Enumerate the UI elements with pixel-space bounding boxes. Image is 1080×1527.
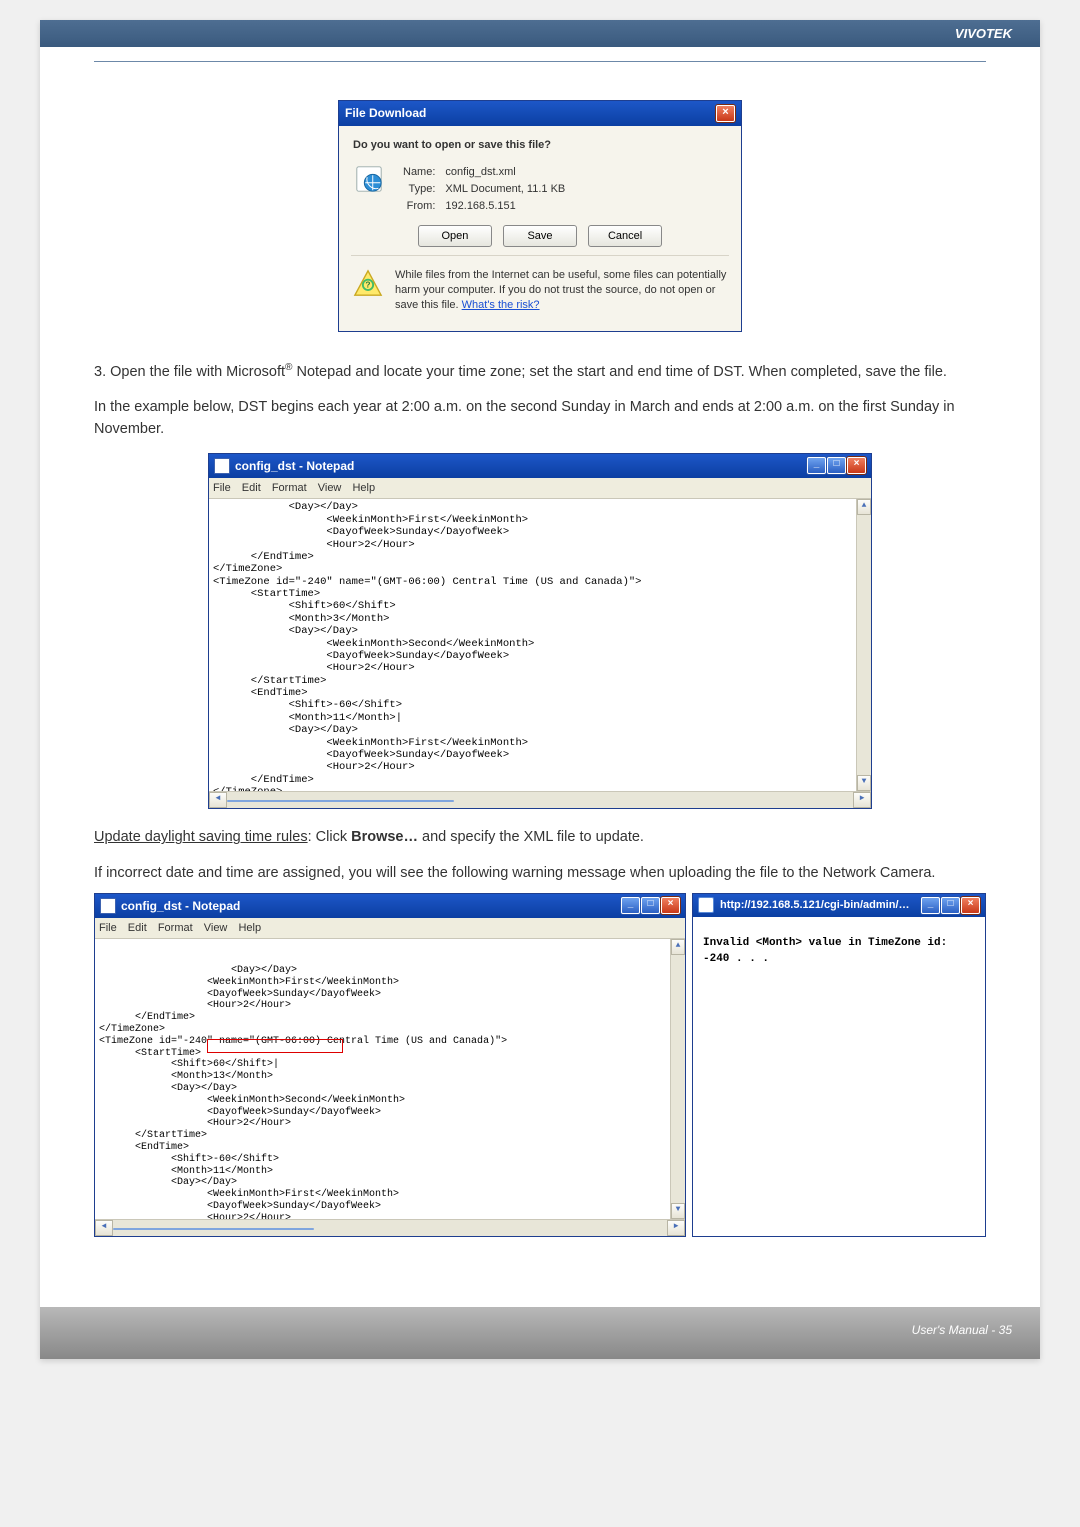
vertical-scrollbar[interactable]: ▲▼ <box>856 499 871 791</box>
cancel-button[interactable]: Cancel <box>588 225 662 247</box>
notepad-doc-icon <box>100 898 116 914</box>
menu-file[interactable]: File <box>99 922 117 934</box>
menu-help[interactable]: Help <box>238 922 261 934</box>
horizontal-scrollbar[interactable]: ◄ ► <box>209 791 871 808</box>
file-info-table: Name: config_dst.xml Type: XML Document,… <box>397 163 571 216</box>
menu-format[interactable]: Format <box>158 922 193 934</box>
file-download-dialog: File Download × Do you want to open or s… <box>338 100 742 332</box>
type-label: Type: <box>399 182 439 197</box>
notepad-title: config_dst - Notepad <box>235 457 354 475</box>
incorrect-paragraph: If incorrect date and time are assigned,… <box>94 863 986 885</box>
browse-label: Browse… <box>351 829 418 845</box>
notepad-text-area[interactable]: ▲▼ <Day></Day> <WeekinMonth>First</Weeki… <box>209 499 871 791</box>
scroll-right-icon[interactable]: ► <box>853 792 871 808</box>
menu-help[interactable]: Help <box>352 482 375 494</box>
menu-file[interactable]: File <box>213 482 231 494</box>
notepad-lower-title: config_dst - Notepad <box>121 897 240 915</box>
close-icon[interactable]: × <box>847 457 866 474</box>
dialog-question: Do you want to open or save this file? <box>353 138 727 153</box>
notepad-lower-menubar: File Edit Format View Help <box>95 918 685 940</box>
ie-title-text: http://192.168.5.121/cgi-bin/admin/uploa… <box>720 897 915 914</box>
menu-edit[interactable]: Edit <box>128 922 147 934</box>
ie-page-icon <box>698 897 714 913</box>
ie-error-message: Invalid <Month> value in TimeZone id: -2… <box>693 917 985 1231</box>
scroll-thumb[interactable] <box>113 1228 314 1230</box>
notepad-menubar: File Edit Format View Help <box>209 478 871 500</box>
name-value: config_dst.xml <box>441 165 569 180</box>
close-icon[interactable]: × <box>661 897 680 914</box>
notepad-window-main: config_dst - Notepad _ □ × File Edit For… <box>208 453 872 810</box>
warning-icon: ? <box>353 268 385 300</box>
menu-format[interactable]: Format <box>272 482 307 494</box>
from-label: From: <box>399 199 439 214</box>
notepad-doc-icon <box>214 458 230 474</box>
ie-error-window: http://192.168.5.121/cgi-bin/admin/uploa… <box>692 893 986 1238</box>
brand-header: VIVOTEK <box>40 20 1040 47</box>
type-value: XML Document, 11.1 KB <box>441 182 569 197</box>
scroll-thumb[interactable] <box>227 800 454 802</box>
maximize-icon[interactable]: □ <box>641 897 660 914</box>
maximize-icon[interactable]: □ <box>941 897 960 914</box>
menu-view[interactable]: View <box>318 482 342 494</box>
close-icon[interactable]: × <box>716 105 735 122</box>
page-footer: User's Manual - 35 <box>40 1307 1040 1359</box>
minimize-icon[interactable]: _ <box>921 897 940 914</box>
step-3-text: 3. Open the file with Microsoft® Notepad… <box>94 360 986 384</box>
file-globe-icon <box>353 163 385 195</box>
notepad-title-bar: config_dst - Notepad _ □ × <box>209 454 871 478</box>
open-button[interactable]: Open <box>418 225 492 247</box>
update-rules-label: Update daylight saving time rules <box>94 829 308 845</box>
notepad-window-lower: config_dst - Notepad _ □ × File Edit For… <box>94 893 686 1238</box>
warning-text: While files from the Internet can be use… <box>395 268 727 313</box>
from-value: 192.168.5.151 <box>441 199 569 214</box>
whats-the-risk-link[interactable]: What's the risk? <box>462 299 540 311</box>
menu-edit[interactable]: Edit <box>242 482 261 494</box>
notepad-lower-title-bar: config_dst - Notepad _ □ × <box>95 894 685 918</box>
scroll-right-icon[interactable]: ► <box>667 1220 685 1236</box>
notepad-lower-text-area[interactable]: ▲▼ <Day></Day> <WeekinMonth>First</Weeki… <box>95 939 685 1219</box>
maximize-icon[interactable]: □ <box>827 457 846 474</box>
dialog-title: File Download <box>345 105 426 121</box>
scroll-left-icon[interactable]: ◄ <box>95 1220 113 1236</box>
update-rules-paragraph: Update daylight saving time rules: Click… <box>94 827 986 849</box>
svg-text:?: ? <box>365 280 370 290</box>
close-icon[interactable]: × <box>961 897 980 914</box>
menu-view[interactable]: View <box>204 922 228 934</box>
minimize-icon[interactable]: _ <box>807 457 826 474</box>
horizontal-scrollbar[interactable]: ◄ ► <box>95 1219 685 1236</box>
minimize-icon[interactable]: _ <box>621 897 640 914</box>
scroll-left-icon[interactable]: ◄ <box>209 792 227 808</box>
ie-title-bar: http://192.168.5.121/cgi-bin/admin/uploa… <box>693 894 985 917</box>
dialog-title-bar: File Download × <box>339 101 741 126</box>
vertical-scrollbar[interactable]: ▲▼ <box>670 939 685 1219</box>
save-button[interactable]: Save <box>503 225 577 247</box>
example-paragraph: In the example below, DST begins each ye… <box>94 397 986 441</box>
name-label: Name: <box>399 165 439 180</box>
